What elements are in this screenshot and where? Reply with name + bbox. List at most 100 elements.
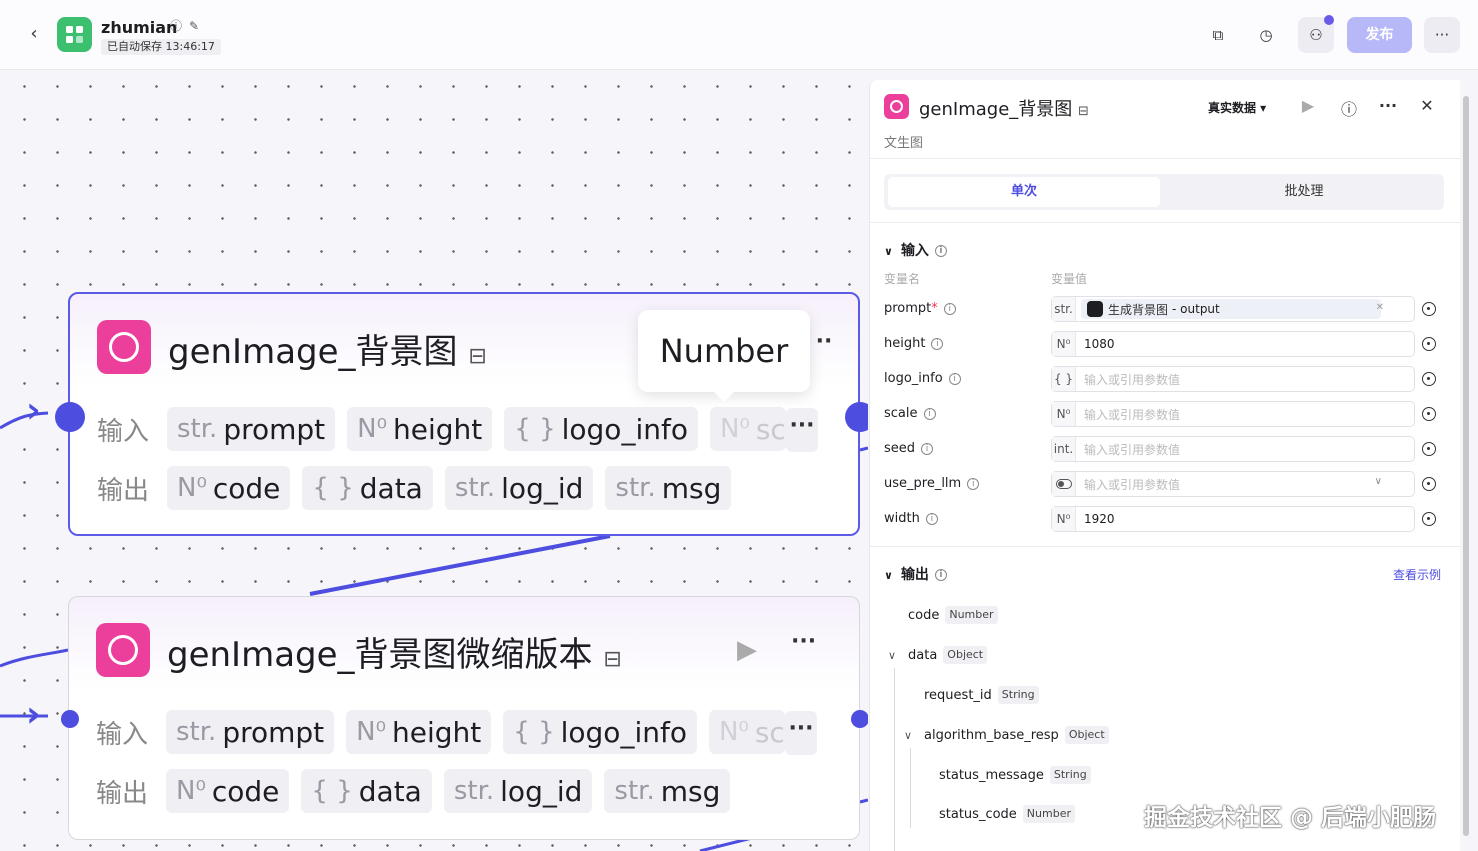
more-inputs-button[interactable]: ··· xyxy=(786,408,818,452)
panel-subtitle: 文生图 xyxy=(884,136,924,151)
store-icon: ⊟ xyxy=(1078,104,1089,119)
info-icon: i xyxy=(931,337,944,350)
output-tag: N⁰ code xyxy=(167,466,291,510)
node-output-port[interactable] xyxy=(851,710,868,728)
panel-title: genImage_背景图 ⊟ xyxy=(919,99,1089,120)
reference-target-icon[interactable] xyxy=(1422,372,1436,386)
output-item: data Object xyxy=(908,646,988,664)
param-label-width: width i xyxy=(884,511,938,526)
history-icon[interactable]: ◷ xyxy=(1248,17,1284,53)
tab-single[interactable]: 单次 xyxy=(888,177,1160,207)
node-input-port[interactable] xyxy=(61,710,79,728)
back-icon[interactable]: ‹ xyxy=(24,24,44,44)
reference-target-icon[interactable] xyxy=(1422,442,1436,456)
reference-target-icon[interactable] xyxy=(1422,337,1436,351)
output-section-header[interactable]: ∨ 输出 i xyxy=(884,564,947,584)
param-label-logo-info: logo_info i xyxy=(884,371,961,386)
output-tag: str. msg xyxy=(604,769,731,813)
info-icon: i xyxy=(948,372,961,385)
reference-target-icon[interactable] xyxy=(1422,302,1436,316)
clear-icon[interactable]: ✕ xyxy=(1376,302,1384,313)
node-more-icon[interactable]: ··· xyxy=(791,629,816,654)
tree-line xyxy=(910,748,911,828)
chevron-down-icon[interactable]: ∨ xyxy=(888,649,896,662)
workflow-canvas[interactable]: genImage_背景图 ⊟ ·· 输入 str. prompt N⁰ height… xyxy=(0,70,868,851)
input-tag: N⁰ sc xyxy=(709,407,786,451)
real-data-dropdown[interactable]: 真实数据 ▾ xyxy=(1208,99,1266,116)
param-field-scale[interactable]: N⁰ 输入或引用参数值 xyxy=(1051,401,1415,427)
watermark: 掘金技术社区 @ 后端小肥肠 xyxy=(1144,805,1437,831)
info-icon: i xyxy=(921,442,934,455)
node-output-port[interactable] xyxy=(845,402,868,432)
app-name: zhumian xyxy=(101,18,178,37)
toggle-icon xyxy=(1052,472,1076,496)
column-header-value: 变量值 xyxy=(1051,272,1088,286)
info-icon: i xyxy=(925,512,938,525)
run-icon[interactable]: ▶ xyxy=(1297,96,1319,115)
param-label-prompt: prompt* i xyxy=(884,301,956,316)
collaborators-button[interactable]: ⚇ xyxy=(1298,15,1334,53)
mode-tabs: 单次 批处理 xyxy=(884,174,1444,210)
node-title: genImage_背景图微缩版本 ⊟ xyxy=(167,635,622,675)
info-icon[interactable]: ⓘ xyxy=(170,19,184,33)
image-generation-icon xyxy=(884,94,909,119)
store-icon: ⊟ xyxy=(468,344,487,369)
output-tag: str. msg xyxy=(605,466,732,510)
image-generation-icon xyxy=(96,623,150,677)
input-tag: N⁰ height xyxy=(346,710,492,754)
output-tag: str. log_id xyxy=(444,466,594,510)
param-field-logo-info[interactable]: { } 输入或引用参数值 xyxy=(1051,366,1415,392)
close-icon[interactable]: ✕ xyxy=(1416,96,1438,115)
more-icon[interactable]: ··· xyxy=(1377,96,1399,115)
chevron-down-icon: ∨ xyxy=(1374,476,1382,487)
output-item: code Number xyxy=(908,606,998,624)
reference-target-icon[interactable] xyxy=(1422,512,1436,526)
param-field-width[interactable]: N⁰ 1920 xyxy=(1051,506,1415,532)
param-field-height[interactable]: N⁰ 1080 xyxy=(1051,331,1415,357)
variable-reference-chip[interactable]: 生成背景图 - output xyxy=(1081,299,1381,319)
app-logo xyxy=(57,17,92,52)
node-input-port[interactable] xyxy=(55,402,85,432)
type-tooltip: Number xyxy=(638,310,810,402)
edge-arrow-icon: › xyxy=(26,390,41,431)
more-menu-icon[interactable]: ··· xyxy=(1424,17,1460,53)
output-item: status_message String xyxy=(939,766,1091,784)
node-title: genImage_背景图 ⊟ xyxy=(168,332,487,372)
view-example-link[interactable]: 查看示例 xyxy=(1393,566,1441,583)
info-icon: i xyxy=(934,569,947,581)
reference-target-icon[interactable] xyxy=(1422,477,1436,491)
publish-button[interactable]: 发布 xyxy=(1347,17,1412,53)
output-tag: str. log_id xyxy=(443,769,593,813)
users-icon: ⚇ xyxy=(1309,26,1323,44)
divider xyxy=(870,222,1461,223)
info-icon: i xyxy=(967,477,980,490)
node-icon xyxy=(1087,301,1103,317)
input-tag: N⁰ height xyxy=(347,407,493,451)
autosave-status: 已自动保存 13:46:17 xyxy=(101,39,221,55)
tab-batch[interactable]: 批处理 xyxy=(1168,177,1440,207)
edit-icon[interactable]: ✎ xyxy=(189,19,203,33)
copy-icon[interactable]: ⧉ xyxy=(1200,17,1236,53)
param-label-use-pre-llm: use_pre_llm i xyxy=(884,476,980,491)
output-tag: { } data xyxy=(302,466,433,510)
node-more-icon[interactable]: ·· xyxy=(808,324,840,368)
input-section-header[interactable]: ∨ 输入 i xyxy=(884,240,947,260)
more-inputs-button[interactable]: ··· xyxy=(785,711,817,755)
workflow-node-genimage-thumbnail[interactable]: genImage_背景图微缩版本 ⊟ ▶ ··· 输入 str. prompt N… xyxy=(68,596,860,840)
panel-scrollbar[interactable] xyxy=(1463,96,1469,836)
param-field-prompt[interactable]: str. 生成背景图 - output ✕ xyxy=(1051,296,1415,322)
param-field-use-pre-llm[interactable]: 输入或引用参数值 ∨ xyxy=(1051,471,1415,497)
reference-target-icon[interactable] xyxy=(1422,407,1436,421)
help-icon[interactable]: ⓘ xyxy=(1338,96,1360,120)
info-icon: i xyxy=(923,407,936,420)
output-tag: N⁰ code xyxy=(166,769,290,813)
output-item: algorithm_base_resp Object xyxy=(924,726,1109,744)
divider xyxy=(870,546,1461,547)
store-icon: ⊟ xyxy=(603,647,622,672)
run-node-icon[interactable]: ▶ xyxy=(737,635,757,665)
input-tag: N⁰ sc xyxy=(708,710,785,754)
output-item: request_id String xyxy=(924,686,1039,704)
notification-badge xyxy=(1324,15,1334,25)
param-field-seed[interactable]: int. 输入或引用参数值 xyxy=(1051,436,1415,462)
chevron-down-icon[interactable]: ∨ xyxy=(904,729,912,742)
